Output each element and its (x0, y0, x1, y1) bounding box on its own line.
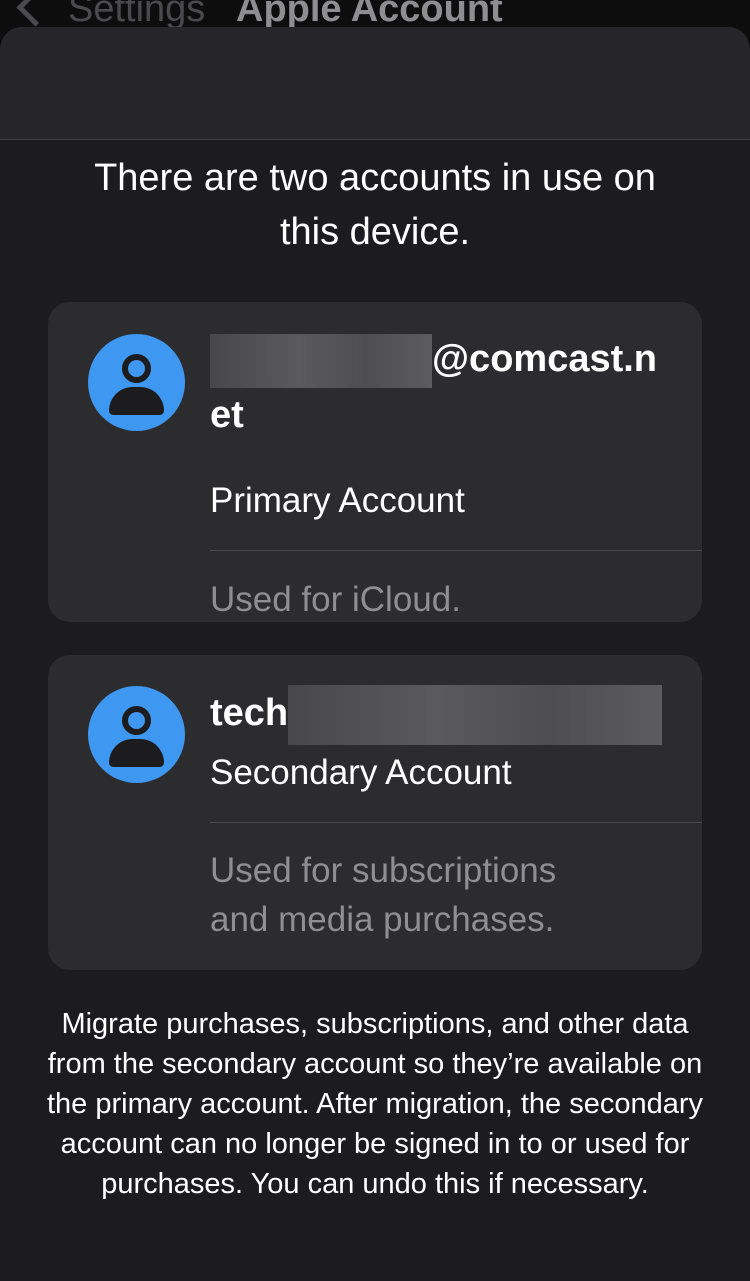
secondary-account-email: tech (210, 685, 663, 745)
migration-description: Migrate purchases, subscriptions, and ot… (46, 1008, 704, 1200)
usage-line-1: Used for subscriptions (210, 851, 557, 890)
email-domain: @comcast.n (432, 338, 658, 380)
primary-account-card[interactable]: @comcast.n et Primary Account Used for i… (48, 302, 702, 622)
sheet-headline: There are two accounts in use on this de… (94, 157, 656, 253)
redacted-email (288, 685, 663, 745)
secondary-account-usage: Used for subscriptions and media purchas… (210, 846, 556, 944)
person-icon (88, 686, 185, 783)
accounts-sheet: There are two accounts in use on this de… (0, 27, 750, 1281)
divider (210, 550, 702, 551)
primary-account-email: @comcast.n et (210, 332, 657, 442)
redacted-email (210, 333, 432, 388)
chevron-left-icon[interactable] (16, 0, 55, 27)
email-domain-wrap: et (210, 393, 244, 436)
sheet-header (0, 27, 750, 140)
person-icon (88, 334, 185, 431)
secondary-account-role: Secondary Account (210, 753, 512, 792)
email-prefix: tech (210, 692, 289, 735)
primary-account-role: Primary Account (210, 481, 465, 520)
usage-line-2: and media purchases. (210, 900, 555, 939)
divider (210, 822, 702, 823)
secondary-account-card[interactable]: tech Secondary Account Used for subscrip… (48, 655, 702, 970)
primary-account-usage: Used for iCloud. (210, 580, 461, 619)
